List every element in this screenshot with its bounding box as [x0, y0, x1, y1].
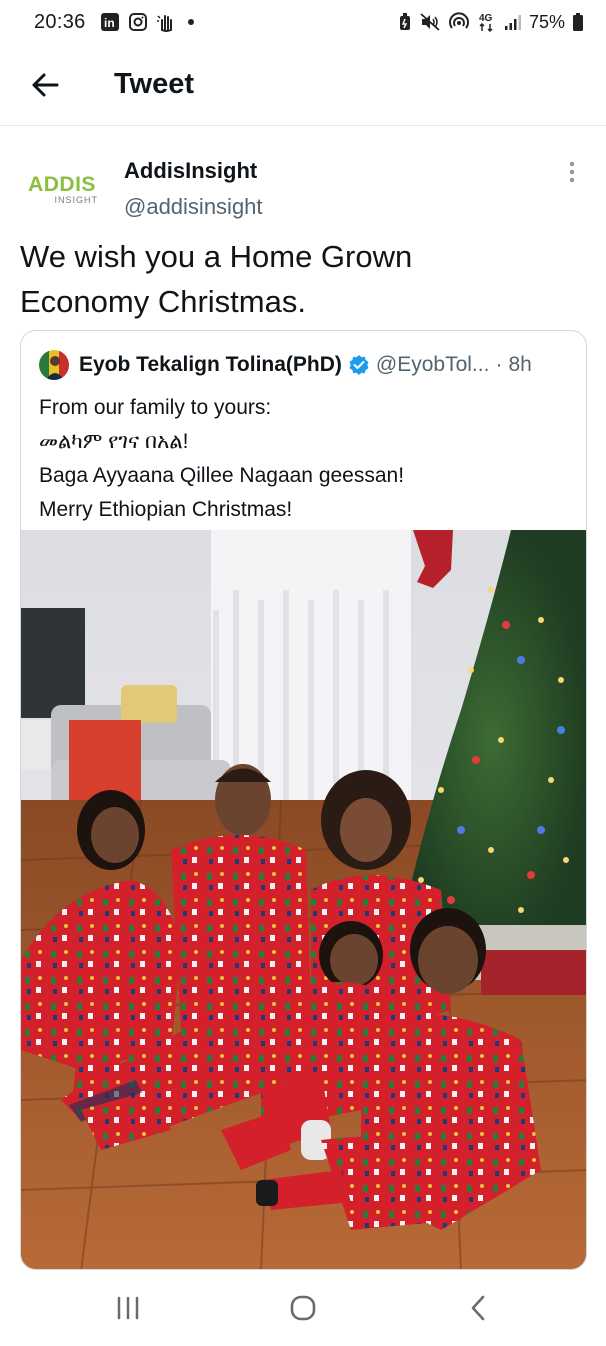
hand-icon	[156, 12, 178, 32]
back-icon	[472, 1295, 485, 1321]
battery-icon	[572, 12, 584, 32]
quoted-tweet-text: From our family to yours: መልካም የገና በአል! …	[39, 391, 569, 527]
arrow-left-icon	[32, 73, 59, 96]
quoted-line: መልካም የገና በአል!	[39, 430, 189, 453]
tweet-text: We wish you a Home Grown Economy Christm…	[20, 239, 413, 319]
quoted-tweet-card[interactable]: Eyob Tekalign Tolina(PhD) @EyobTol... · …	[20, 330, 587, 1270]
author-avatar[interactable]: ADDIS INSIGHT	[20, 160, 104, 220]
quoted-author-avatar	[39, 350, 69, 380]
quoted-author-name: Eyob Tekalign Tolina(PhD)	[79, 353, 342, 376]
family-christmas-photo[interactable]	[21, 530, 587, 1270]
quoted-separator: ·	[495, 353, 503, 376]
battery-saver-icon	[398, 12, 412, 32]
hotspot-icon	[448, 12, 470, 32]
system-back-button[interactable]	[438, 1278, 518, 1338]
home-icon	[290, 1295, 316, 1321]
quoted-tweet-header: Eyob Tekalign Tolina(PhD) @EyobTol... · …	[39, 349, 579, 381]
status-bar: 20:36 in 4G 75%	[0, 0, 606, 44]
quoted-line: Merry Ethiopian Christmas!	[39, 498, 293, 521]
network-label: 4G	[479, 13, 493, 24]
recent-apps-button[interactable]	[88, 1278, 168, 1338]
home-button[interactable]	[263, 1278, 343, 1338]
avatar-logo-text: ADDIS	[28, 173, 96, 196]
network-icon: 4G	[477, 11, 497, 33]
quoted-timestamp: 8h	[508, 353, 532, 376]
quoted-author-handle: @EyobTol...	[375, 353, 490, 376]
instagram-icon	[128, 12, 148, 32]
mute-icon	[419, 12, 441, 32]
more-options-button[interactable]	[558, 158, 586, 186]
page-title: Tweet	[114, 68, 195, 100]
tweet-header: ADDIS INSIGHT AddisInsight @addisinsight	[20, 150, 586, 230]
top-app-bar: Tweet	[0, 44, 606, 126]
quoted-line: From our family to yours:	[39, 396, 272, 419]
status-right: 4G 75%	[398, 11, 584, 33]
author-handle[interactable]: @addisinsight	[124, 194, 263, 220]
dot-icon	[186, 17, 196, 27]
status-time: 20:36	[34, 10, 86, 33]
battery-percent: 75%	[528, 11, 565, 32]
back-button[interactable]	[10, 50, 80, 120]
system-nav-bar	[0, 1270, 606, 1346]
svg-text:in: in	[104, 16, 115, 30]
signal-icon	[504, 13, 522, 31]
more-vertical-icon	[569, 161, 575, 183]
recent-apps-icon	[117, 1296, 138, 1320]
linkedin-icon: in	[100, 12, 120, 32]
verified-badge-icon	[348, 354, 370, 376]
author-name[interactable]: AddisInsight	[124, 158, 257, 184]
status-left: 20:36 in	[34, 11, 196, 34]
quoted-line: Baga Ayyaana Qillee Nagaan geessan!	[39, 464, 405, 487]
avatar-logo-subtext: INSIGHT	[54, 195, 98, 205]
